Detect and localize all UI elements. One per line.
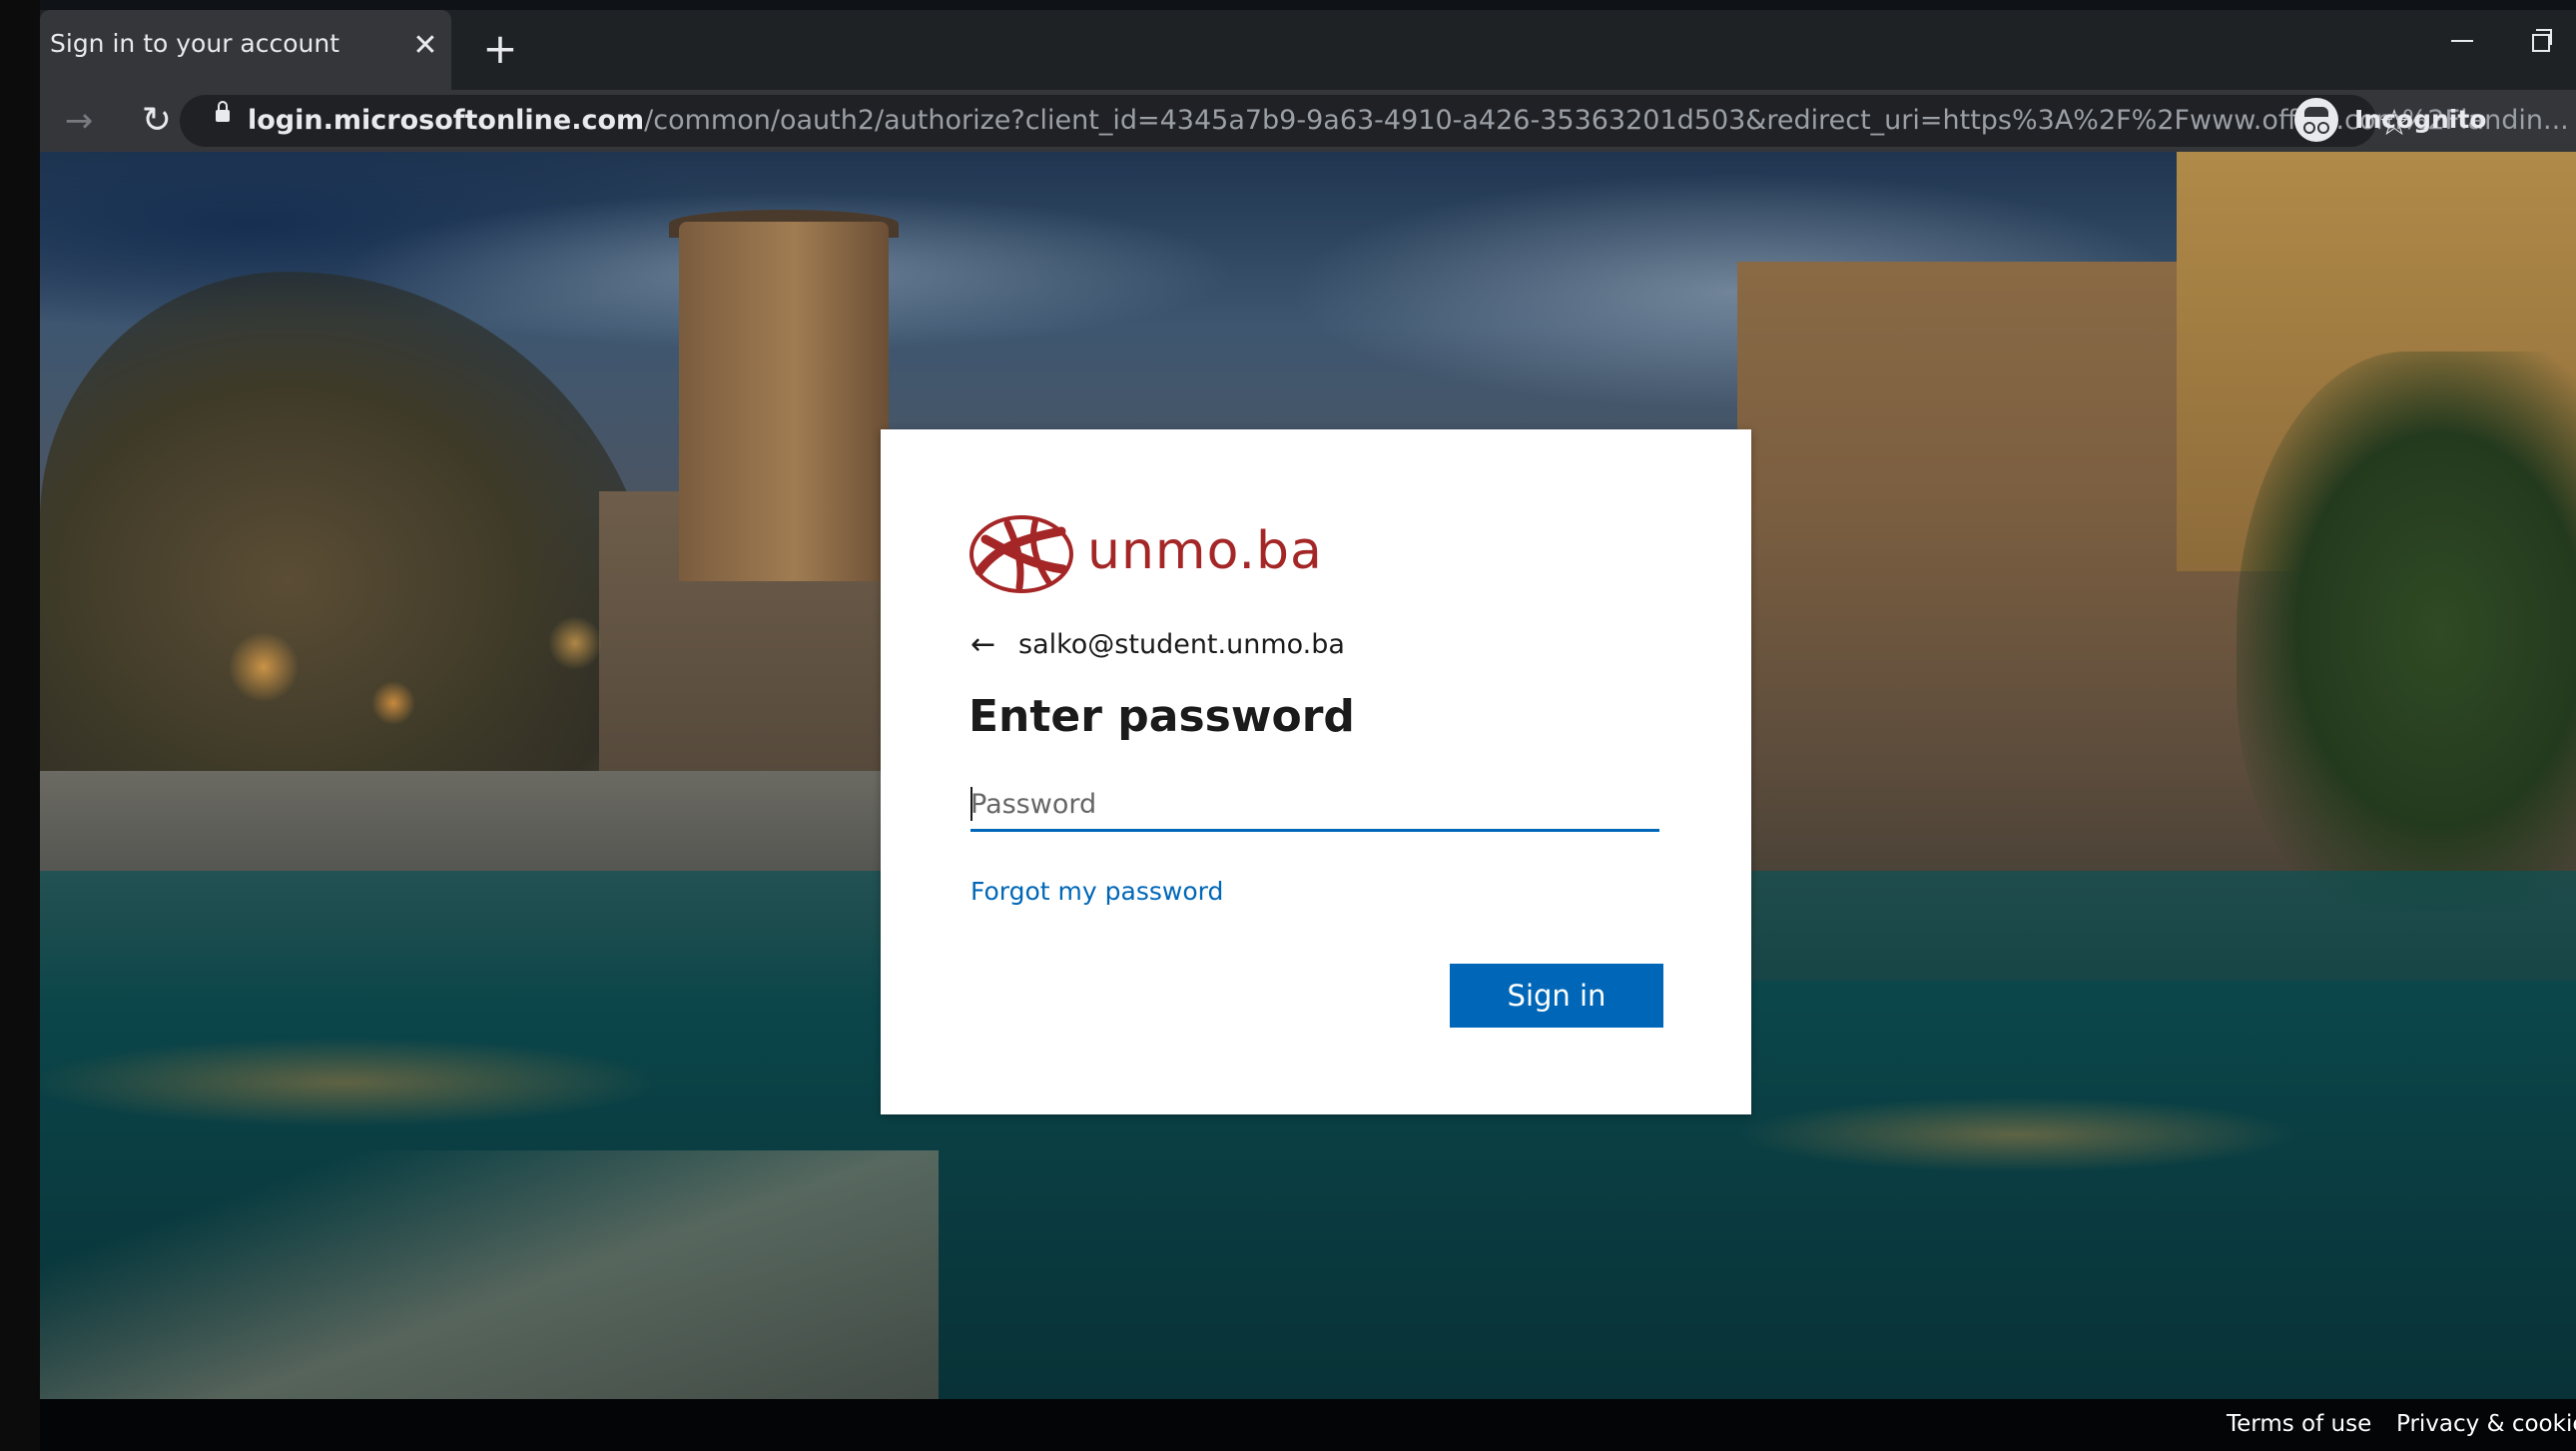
terms-of-use-link[interactable]: Terms of use	[2227, 1411, 2371, 1437]
logo: unmo.ba	[966, 509, 1345, 599]
address-bar[interactable]: login.microsoftonline.com/common/oauth2/…	[180, 95, 2569, 147]
url-path: /common/oauth2/authorize?client_id=4345a…	[644, 105, 2569, 136]
account-identity: salko@student.unmo.ba	[1018, 629, 1345, 660]
tab-title: Sign in to your account	[50, 29, 340, 58]
restore-icon[interactable]	[2516, 18, 2566, 58]
privacy-cookies-link[interactable]: Privacy & cookies	[2396, 1411, 2576, 1437]
logo-text: unmo.ba	[1087, 521, 1323, 581]
close-icon[interactable]: ✕	[405, 26, 445, 66]
browser-toolbar: → ↻ login.microsoftonline.com/common/oau…	[40, 90, 2576, 152]
text-cursor	[970, 787, 972, 821]
forgot-password-link[interactable]: Forgot my password	[970, 877, 1223, 906]
tab-strip: Sign in to your account ✕ +	[40, 10, 2576, 90]
password-input[interactable]	[970, 779, 1659, 832]
window-top-edge	[40, 0, 2576, 10]
back-arrow-icon[interactable]: ←	[970, 627, 1006, 663]
forward-arrow-icon[interactable]: →	[54, 96, 104, 146]
reload-icon[interactable]: ↻	[132, 96, 182, 146]
sign-in-card: unmo.ba ← salko@student.unmo.ba Enter pa…	[881, 429, 1751, 1114]
screen-left-edge	[0, 0, 40, 1451]
lock-icon	[216, 101, 230, 122]
sign-in-button[interactable]: Sign in	[1450, 964, 1663, 1028]
shore-stones	[40, 1150, 939, 1399]
incognito-label: Incognito	[2354, 105, 2487, 134]
plus-icon[interactable]: +	[475, 24, 525, 74]
page-title: Enter password	[968, 691, 1355, 742]
url-text: login.microsoftonline.com/common/oauth2/…	[248, 105, 2569, 136]
incognito-icon	[2294, 98, 2338, 142]
minimize-icon[interactable]	[2436, 18, 2486, 58]
trees-right	[2237, 352, 2576, 911]
stone-tower	[679, 222, 889, 581]
logo-emblem-icon	[969, 515, 1073, 593]
tab-sign-in[interactable]: Sign in to your account ✕	[40, 10, 451, 90]
page-footer: Terms of use Privacy & cookies	[40, 1399, 2576, 1451]
url-host: login.microsoftonline.com	[248, 105, 645, 136]
